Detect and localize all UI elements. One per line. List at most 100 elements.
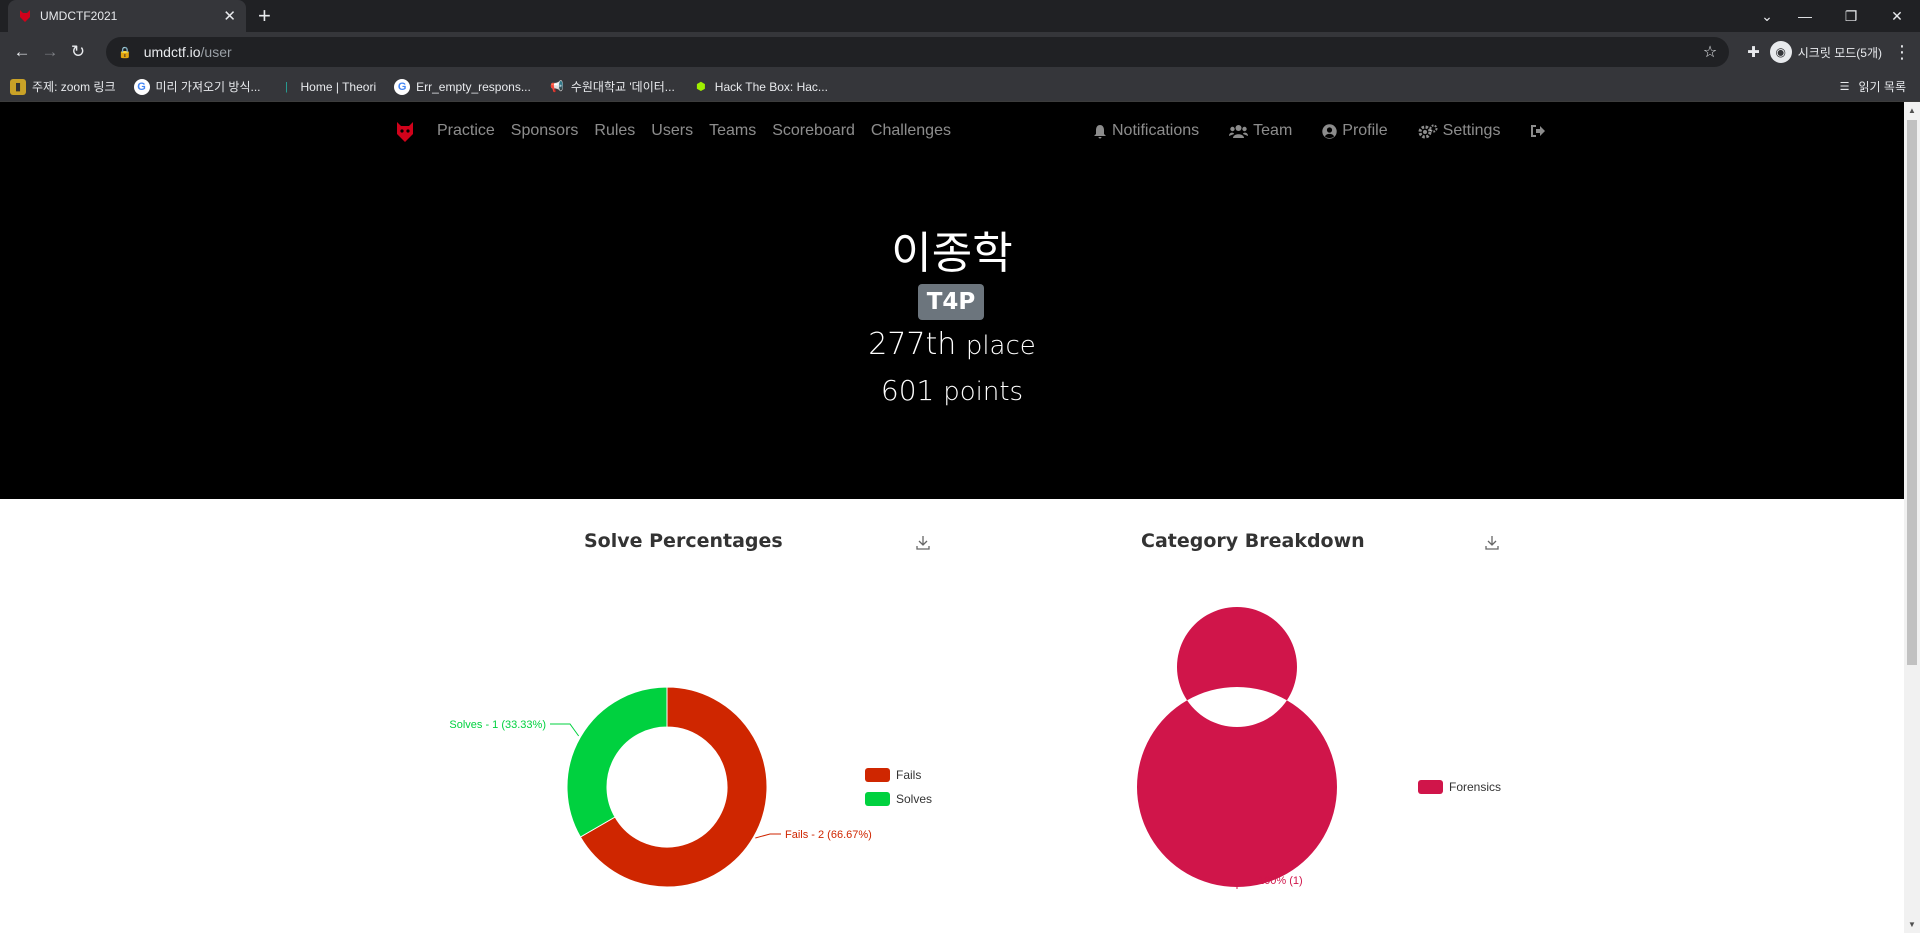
reload-button[interactable]: ↻ [64, 38, 92, 66]
category-breakdown-title: Category Breakdown [1141, 530, 1365, 552]
bookmark-label: Hack The Box: Hac... [714, 79, 828, 94]
bookmark-item[interactable]: G Err_empty_respons... [394, 78, 531, 95]
user-name: 이종학 [891, 228, 1013, 279]
legend-label-fails[interactable]: Fails [896, 768, 921, 782]
nav-rules[interactable]: Rules [594, 122, 635, 140]
forward-button[interactable]: → [36, 38, 64, 66]
download-icon[interactable] [1484, 535, 1500, 551]
google-icon: G [133, 78, 150, 95]
nav-sponsors[interactable]: Sponsors [511, 122, 579, 140]
bookmark-label: Err_empty_respons... [416, 79, 531, 94]
legend-swatch[interactable] [865, 792, 890, 806]
close-window-button[interactable]: ✕ [1874, 8, 1920, 25]
logout-button[interactable] [1530, 122, 1551, 140]
users-icon [1229, 125, 1249, 138]
team-badge[interactable]: T4P [918, 284, 984, 320]
bookmark-item[interactable]: ⬢ Hack The Box: Hac... [693, 79, 828, 95]
bookmark-label: Home | Theori [300, 79, 377, 94]
minimize-button[interactable]: — [1782, 8, 1828, 24]
cogs-icon [1418, 124, 1438, 138]
nav-profile[interactable]: Profile [1322, 122, 1402, 140]
user-points: 601 points [0, 374, 1904, 407]
bookmark-item[interactable]: | Home | Theori [279, 79, 377, 95]
bookmark-item[interactable]: G 미리 가져오기 방식... [133, 78, 261, 95]
nav-team[interactable]: Team [1229, 122, 1307, 140]
theori-icon: | [285, 80, 288, 93]
new-tab-button[interactable]: + [258, 4, 271, 28]
tab-search-icon[interactable]: ⌄ [1752, 8, 1782, 25]
bookmarks-bar: ▮ 주제: zoom 링크 G 미리 가져오기 방식... | Home | Theo… [0, 72, 1920, 102]
tab-title: UMDCTF2021 [40, 9, 118, 23]
lock-icon[interactable]: 🔒 [118, 46, 132, 59]
menu-kebab-icon[interactable]: ⋮ [1892, 42, 1912, 63]
url-host: umdctf.io [143, 44, 201, 60]
legend-label-solves[interactable]: Solves [896, 792, 932, 806]
scroll-up-icon[interactable]: ▲ [1908, 106, 1916, 115]
scroll-down-icon[interactable]: ▼ [1908, 920, 1916, 929]
page-scrollbar[interactable]: ▲ ▼ [1904, 102, 1920, 933]
back-button[interactable]: ← [8, 38, 36, 66]
solve-percentages-title: Solve Percentages [584, 530, 783, 552]
place-value: 277th [868, 327, 957, 362]
scrollbar-thumb[interactable] [1907, 120, 1917, 665]
hackthebox-icon: ⬢ [695, 81, 706, 93]
nav-right: Notifications Team Profile Settings [1093, 122, 1566, 140]
points-label: points [943, 377, 1024, 407]
bell-icon [1094, 124, 1106, 138]
profile-label: Profile [1342, 122, 1388, 139]
nav-teams[interactable]: Teams [709, 122, 756, 140]
sign-out-icon [1531, 125, 1546, 137]
bookmark-label: 수원대학교 '데이터... [570, 80, 675, 94]
umdctf-logo-icon[interactable] [395, 120, 415, 144]
site-navbar: Practice Sponsors Rules Users Teams Scor… [0, 102, 1904, 162]
browser-toolbar: ← → ↻ 🔒 umdctf.io/user ☆ ✚ ◉ 시크릿 모드(5개) … [0, 32, 1920, 72]
tab-close-icon[interactable]: ✕ [223, 7, 236, 25]
folder-icon: ▮ [10, 78, 26, 95]
label-leader-line [755, 833, 781, 839]
solve-percentages-chart: Fails - 2 (66.67%) Solves - 1 (33.33%) Fai… [449, 686, 932, 888]
nav-settings[interactable]: Settings [1418, 122, 1516, 140]
user-place: 277th place [0, 327, 1904, 362]
team-label: Team [1253, 122, 1293, 139]
bookmark-label: 미리 가져오기 방식... [155, 80, 261, 94]
bookmark-item[interactable]: ▮ 주제: zoom 링크 [10, 78, 116, 95]
bookmark-label: 주제: zoom 링크 [32, 80, 116, 94]
pie-slice-solves[interactable] [566, 686, 668, 838]
browser-tabbar: UMDCTF2021 ✕ + ⌄ — ❐ ✕ [0, 0, 1920, 32]
label-leader-line [550, 723, 580, 737]
bookmark-item[interactable]: 📢 수원대학교 '데이터... [549, 78, 675, 95]
category-breakdown-chart: 100% (1) Forensics [1136, 607, 1501, 889]
browser-tab[interactable]: UMDCTF2021 ✕ [8, 0, 246, 32]
address-bar[interactable]: 🔒 umdctf.io/user ☆ [106, 37, 1730, 67]
bookmark-star-icon[interactable]: ☆ [1703, 42, 1717, 62]
place-label: place [965, 331, 1036, 361]
extensions-puzzle-icon[interactable]: ✚ [1747, 43, 1760, 61]
restore-button[interactable]: ❐ [1828, 8, 1874, 25]
google-icon: G [394, 78, 411, 95]
legend-swatch[interactable] [1418, 780, 1443, 794]
nav-users[interactable]: Users [651, 122, 693, 140]
incognito-indicator[interactable]: ◉ 시크릿 모드(5개) [1769, 41, 1882, 63]
nav-scoreboard[interactable]: Scoreboard [772, 122, 855, 140]
ctf-favicon-icon [20, 10, 30, 22]
reading-list[interactable]: ☰ 읽기 목록 [1837, 78, 1907, 95]
url-path: /user [200, 44, 232, 60]
nav-notifications[interactable]: Notifications [1093, 122, 1214, 140]
page-content: Practice Sponsors Rules Users Teams Scor… [0, 102, 1904, 933]
notifications-label: Notifications [1112, 122, 1200, 139]
charts-section: Solve Percentages Category Breakdown Fai… [0, 499, 1904, 933]
legend-label-forensics[interactable]: Forensics [1449, 780, 1501, 794]
settings-label: Settings [1442, 122, 1501, 139]
nav-challenges[interactable]: Challenges [871, 122, 951, 140]
nav-links: Practice Sponsors Rules Users Teams Scor… [437, 122, 967, 140]
data-label: 100% (1) [1258, 875, 1303, 887]
download-icon[interactable] [915, 535, 931, 551]
legend-swatch[interactable] [865, 768, 890, 782]
window-controls: ⌄ — ❐ ✕ [1752, 0, 1920, 32]
reading-list-label: 읽기 목록 [1858, 80, 1907, 94]
user-circle-icon [1322, 123, 1337, 139]
profile-header: Practice Sponsors Rules Users Teams Scor… [0, 102, 1904, 499]
reading-list-icon: ☰ [1839, 81, 1850, 93]
nav-practice[interactable]: Practice [437, 122, 495, 140]
pie-slice-forensics[interactable] [1136, 607, 1337, 887]
